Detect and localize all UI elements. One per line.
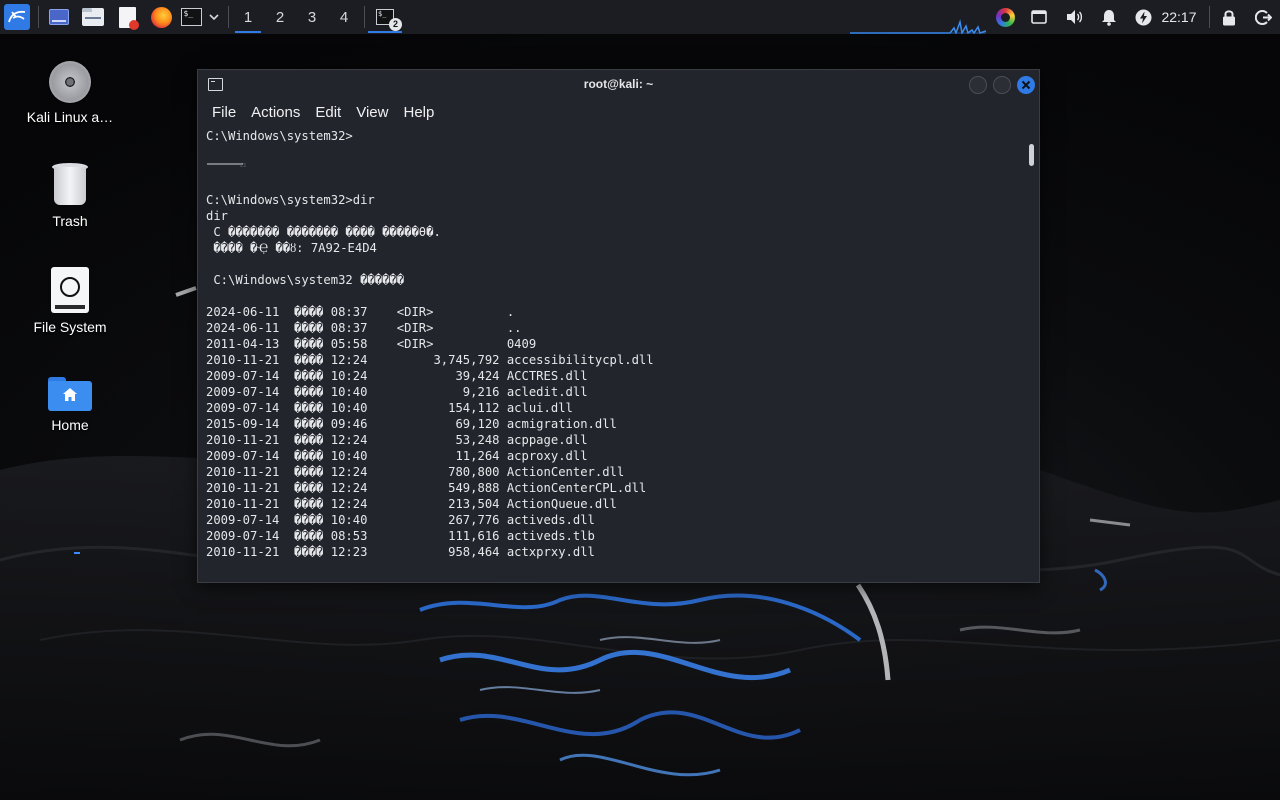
firefox-launcher[interactable] bbox=[148, 0, 174, 34]
logout-button[interactable] bbox=[1252, 0, 1274, 34]
desktop-item-kali-linux-disc[interactable]: Kali Linux a… bbox=[15, 61, 125, 125]
terminal-line: dir bbox=[206, 208, 1018, 224]
optical-disc-icon bbox=[49, 61, 91, 103]
desktop-item-label: Home bbox=[51, 417, 88, 433]
terminal-line bbox=[206, 160, 1018, 176]
battery-charging-icon bbox=[1135, 9, 1152, 26]
panel-separator bbox=[1209, 6, 1210, 28]
menu-help[interactable]: Help bbox=[397, 104, 440, 121]
desktop-item-home[interactable]: Home bbox=[15, 377, 125, 433]
terminal-line: C:\Windows\system32> bbox=[206, 128, 1018, 144]
window-titlebar[interactable]: root@kali: ~ bbox=[198, 70, 1039, 98]
menu-view[interactable]: View bbox=[350, 104, 394, 121]
terminal-line: 2009-07-14 ���� 10:40 267,776 activeds.d… bbox=[206, 512, 1018, 528]
panel-clock[interactable]: 22:17 bbox=[1158, 0, 1200, 34]
terminal-line: C:\Windows\system32 �����͸� bbox=[206, 272, 1018, 288]
workspace-2[interactable]: 2 bbox=[265, 0, 295, 34]
terminal-icon: $_ 2 bbox=[376, 9, 394, 25]
trash-icon bbox=[52, 163, 88, 207]
terminal-line: 2010-11-21 ���� 12:24 53,248 acppage.dll bbox=[206, 432, 1018, 448]
terminal-output[interactable]: C:\Windows\system32> C:\Windows\system32>… bbox=[206, 128, 1018, 578]
terminal-launcher[interactable]: $_ bbox=[180, 0, 202, 34]
terminal-line: C:\Windows\system32>dir bbox=[206, 192, 1018, 208]
desktop-item-label: File System bbox=[33, 319, 106, 335]
menu-bar: File Actions Edit View Help bbox=[198, 98, 1039, 126]
desktop-item-label: Trash bbox=[52, 213, 87, 229]
workspace-1[interactable]: 1 bbox=[233, 0, 263, 34]
kali-menu-icon bbox=[4, 4, 30, 30]
cursor-artifact bbox=[207, 152, 247, 154]
window-count-badge: 2 bbox=[389, 18, 402, 31]
files-icon bbox=[82, 8, 104, 26]
text-editor-launcher[interactable] bbox=[114, 0, 140, 34]
terminal-line: 2010-11-21 ���� 12:24 780,800 ActionCent… bbox=[206, 464, 1018, 480]
chevron-down-icon bbox=[209, 13, 219, 21]
power-manager-tray[interactable] bbox=[1132, 0, 1154, 34]
terminal-line: 2010-11-21 ���� 12:24 3,745,792 accessib… bbox=[206, 352, 1018, 368]
lock-icon bbox=[1222, 9, 1236, 26]
color-picker-tray[interactable] bbox=[994, 0, 1016, 34]
launcher-dropdown-button[interactable] bbox=[205, 0, 223, 34]
window-title: root@kali: ~ bbox=[198, 77, 1039, 91]
text-editor-icon bbox=[119, 7, 136, 28]
workspace-4[interactable]: 4 bbox=[329, 0, 359, 34]
logout-icon bbox=[1255, 9, 1272, 26]
terminal-line: 2009-07-14 ���� 10:40 154,112 aclui.dll bbox=[206, 400, 1018, 416]
desktop-icon bbox=[49, 9, 69, 25]
volume-icon bbox=[1065, 9, 1083, 25]
clipboard-icon bbox=[1031, 10, 1047, 24]
terminal-line: 2011-04-13 ���� 05:58 <DIR> 0409 bbox=[206, 336, 1018, 352]
menu-edit[interactable]: Edit bbox=[309, 104, 347, 121]
desktop-item-file-system[interactable]: File System bbox=[15, 267, 125, 335]
menu-actions[interactable]: Actions bbox=[245, 104, 306, 121]
terminal-line: C ������� ������� ���� �����θ�. bbox=[206, 224, 1018, 240]
terminal-line: 2010-11-21 ���� 12:24 213,504 ActionQueu… bbox=[206, 496, 1018, 512]
bell-icon bbox=[1101, 9, 1117, 26]
terminal-line: 2024-06-11 ���� 08:37 <DIR> . bbox=[206, 304, 1018, 320]
panel-separator bbox=[364, 6, 365, 28]
kali-menu-button[interactable] bbox=[2, 0, 32, 34]
clipboard-tray[interactable] bbox=[1028, 0, 1050, 34]
maximize-button[interactable] bbox=[993, 76, 1011, 94]
terminal-line bbox=[206, 144, 1018, 160]
terminal-line bbox=[206, 288, 1018, 304]
terminal-line: 2009-07-14 ���� 08:53 111,616 activeds.t… bbox=[206, 528, 1018, 544]
taskbar-terminal-group[interactable]: $_ 2 bbox=[368, 0, 402, 34]
color-wheel-icon bbox=[996, 8, 1015, 27]
terminal-line: 2009-07-14 ���� 10:40 9,216 acledit.dll bbox=[206, 384, 1018, 400]
close-icon bbox=[1017, 76, 1035, 94]
terminal-line: 2010-11-21 ���� 12:23 958,464 actxprxy.d… bbox=[206, 544, 1018, 560]
terminal-line: 2024-06-11 ���� 08:37 <DIR> .. bbox=[206, 320, 1018, 336]
volume-tray[interactable] bbox=[1063, 0, 1085, 34]
desktop-item-label: Kali Linux a… bbox=[27, 109, 113, 125]
drive-icon bbox=[51, 267, 89, 313]
scrollbar-thumb[interactable] bbox=[1029, 144, 1034, 166]
menu-file[interactable]: File bbox=[206, 104, 242, 121]
terminal-line: ���� �Ҿ ��ȣ: 7A92-E4D4 bbox=[206, 240, 1018, 256]
terminal-line: 2009-07-14 ���� 10:24 39,424 ACCTRES.dll bbox=[206, 368, 1018, 384]
desktop-item-trash[interactable]: Trash bbox=[15, 163, 125, 229]
show-desktop-launcher[interactable] bbox=[46, 0, 72, 34]
minimize-button[interactable] bbox=[969, 76, 987, 94]
panel-separator bbox=[228, 6, 229, 28]
network-monitor-graph bbox=[850, 16, 986, 34]
panel-separator bbox=[38, 6, 39, 28]
terminal-line bbox=[206, 176, 1018, 192]
firefox-icon bbox=[151, 7, 172, 28]
file-manager-launcher[interactable] bbox=[80, 0, 106, 34]
terminal-line: 2010-11-21 ���� 12:24 549,888 ActionCent… bbox=[206, 480, 1018, 496]
close-button[interactable] bbox=[1017, 76, 1035, 94]
lock-screen-button[interactable] bbox=[1218, 0, 1240, 34]
terminal-line: 2015-09-14 ���� 09:46 69,120 acmigration… bbox=[206, 416, 1018, 432]
home-folder-icon bbox=[48, 377, 92, 411]
workspace-3[interactable]: 3 bbox=[297, 0, 327, 34]
terminal-icon: $_ bbox=[181, 8, 202, 26]
notifications-tray[interactable] bbox=[1098, 0, 1120, 34]
terminal-line bbox=[206, 256, 1018, 272]
top-panel: $_ 1 2 3 4 $_ 2 22:17 bbox=[0, 0, 1280, 34]
terminal-line: 2009-07-14 ���� 10:40 11,264 acproxy.dll bbox=[206, 448, 1018, 464]
terminal-window[interactable]: root@kali: ~ File Actions Edit View Help… bbox=[197, 69, 1040, 583]
